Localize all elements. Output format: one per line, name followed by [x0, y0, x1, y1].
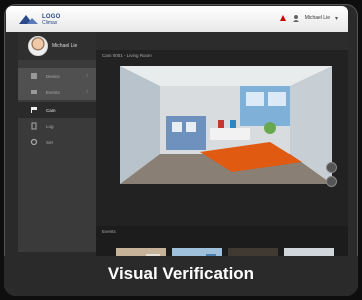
sidebar-item-label: Log — [46, 123, 54, 129]
camera-title: Cam 0001 - Living Room — [102, 53, 152, 58]
sidebar-item-cam[interactable]: Cam — [18, 102, 96, 118]
sidebar-item-label: Device — [46, 73, 60, 79]
event-icon — [31, 90, 37, 94]
sidebar-item-label: Cam — [46, 107, 56, 113]
caption-title: Visual Verification — [107, 264, 255, 283]
sidebar-item-label: Events — [46, 89, 60, 95]
profile-name: Michael Lie — [52, 43, 78, 49]
events-label: Events — [102, 229, 116, 234]
settings-icon — [30, 138, 38, 146]
sidebar-item-events[interactable]: Events › — [18, 84, 96, 100]
profile-block[interactable]: Michael Lie — [18, 32, 96, 60]
alert-icon[interactable] — [279, 14, 287, 22]
sidebar: Michael Lie Device › Events › Cam Log Se… — [18, 32, 96, 252]
main-content: Cam 0001 - Living Room Events — [96, 32, 348, 292]
user-name[interactable]: Michael Lie — [305, 15, 330, 21]
log-icon — [31, 122, 37, 130]
user-icon — [292, 15, 299, 22]
top-bar: LOGO Climax Michael Lie ▾ — [6, 6, 348, 32]
avatar[interactable] — [28, 36, 48, 56]
camera-panel: Cam 0001 - Living Room — [96, 50, 348, 226]
sidebar-item-device[interactable]: Device › — [18, 68, 96, 84]
sidebar-item-log[interactable]: Log — [18, 118, 96, 134]
chevron-right-icon: › — [86, 89, 88, 95]
zoom-out-button[interactable] — [326, 176, 337, 187]
sidebar-item-settings[interactable]: Set — [18, 134, 96, 150]
chevron-right-icon: › — [86, 73, 88, 79]
camera-live-view[interactable] — [120, 66, 332, 184]
camera-image — [120, 66, 332, 184]
device-icon — [31, 73, 37, 79]
sidebar-item-label: Set — [46, 139, 53, 145]
chevron-down-icon[interactable]: ▾ — [335, 15, 338, 22]
logo-icon — [19, 15, 38, 24]
logo-subtext: Climax — [42, 20, 58, 26]
user-menu[interactable]: Michael Lie ▾ — [279, 14, 338, 22]
camera-icon — [31, 107, 37, 113]
zoom-in-button[interactable] — [326, 162, 337, 173]
